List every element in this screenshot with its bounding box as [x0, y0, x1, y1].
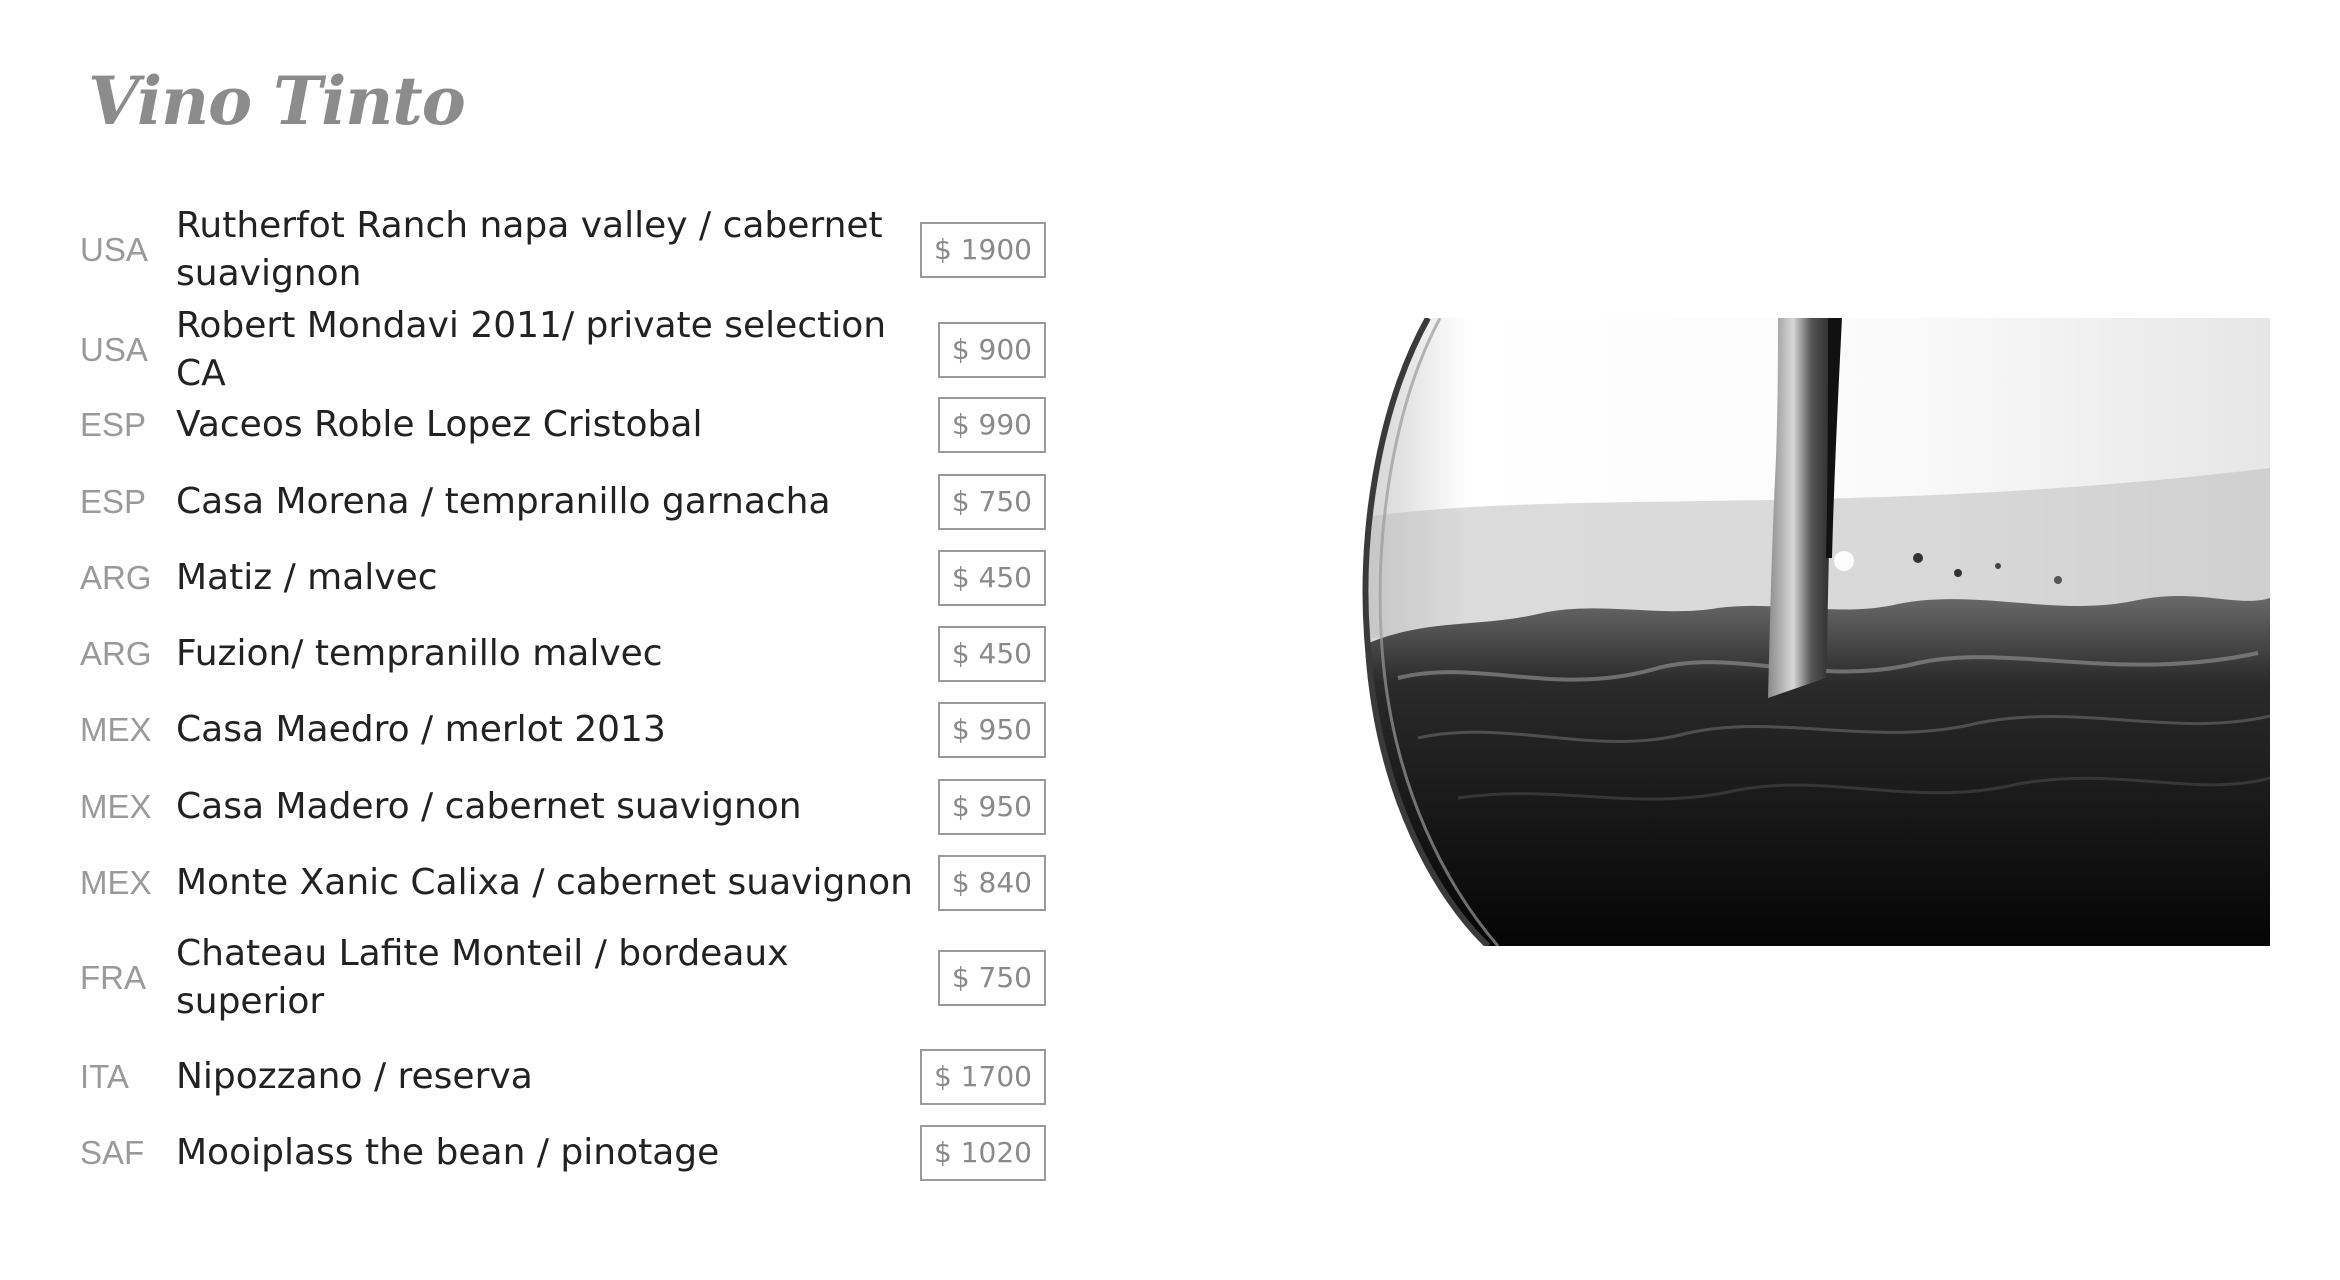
wine-row: MEX Monte Xanic Calixa / cabernet suavig…	[80, 855, 1046, 911]
wine-country: USA	[80, 231, 148, 268]
wine-country: ITA	[80, 1058, 129, 1095]
wine-country: MEX	[80, 864, 152, 901]
wine-country: USA	[80, 331, 148, 368]
wine-row: ARG Fuzion/ tempranillo malvec $ 450	[80, 626, 1046, 682]
wine-row: MEX Casa Maedro / merlot 2013 $ 950	[80, 702, 1046, 758]
wine-price: $ 1020	[920, 1125, 1046, 1181]
wine-name: Nipozzano / reserva	[176, 1056, 533, 1097]
wine-country: ARG	[80, 635, 152, 672]
menu-title: Vino Tinto	[88, 62, 466, 140]
wine-country: ARG	[80, 559, 152, 596]
wine-row: USA Rutherfot Ranch napa valley / cabern…	[80, 202, 1046, 298]
wine-row: FRA Chateau Lafite Monteil / bordeaux su…	[80, 930, 1046, 1026]
wine-country: ESP	[80, 483, 147, 520]
wine-name: Chateau Lafite Monteil / bordeaux superi…	[176, 933, 789, 1022]
wine-row: ESP Casa Morena / tempranillo garnacha $…	[80, 474, 1046, 530]
wine-price: $ 900	[937, 322, 1046, 378]
wine-name: Monte Xanic Calixa / cabernet suavignon	[176, 862, 913, 903]
wine-name: Rutherfot Ranch napa valley / cabernet s…	[176, 205, 883, 294]
wine-price: $ 840	[937, 855, 1046, 911]
wine-name: Fuzion/ tempranillo malvec	[176, 633, 663, 674]
wine-row: ARG Matiz / malvec $ 450	[80, 550, 1046, 606]
wine-pour-photo	[1358, 318, 2270, 946]
wine-price: $ 450	[937, 626, 1046, 682]
wine-price: $ 950	[937, 779, 1046, 835]
wine-country: MEX	[80, 711, 152, 748]
wine-price: $ 750	[937, 474, 1046, 530]
wine-row: ITA Nipozzano / reserva $ 1700	[80, 1049, 1046, 1105]
wine-price: $ 750	[937, 950, 1046, 1006]
wine-name: Vaceos Roble Lopez Cristobal	[176, 404, 703, 445]
wine-price: $ 990	[937, 397, 1046, 453]
wine-price: $ 450	[937, 550, 1046, 606]
wine-country: SAF	[80, 1134, 145, 1171]
wine-name: Mooiplass the bean / pinotage	[176, 1132, 720, 1173]
wine-name: Casa Madero / cabernet suavignon	[176, 786, 802, 827]
wine-row: SAF Mooiplass the bean / pinotage $ 1020	[80, 1125, 1046, 1181]
wine-name: Casa Maedro / merlot 2013	[176, 709, 666, 750]
wine-name: Casa Morena / tempranillo garnacha	[176, 481, 831, 522]
wine-country: FRA	[80, 959, 146, 996]
wine-country: ESP	[80, 406, 147, 443]
wine-country: MEX	[80, 788, 152, 825]
wine-price: $ 1700	[920, 1049, 1046, 1105]
wine-row: ESP Vaceos Roble Lopez Cristobal $ 990	[80, 397, 1046, 453]
wine-row: MEX Casa Madero / cabernet suavignon $ 9…	[80, 779, 1046, 835]
wine-name: Robert Mondavi 2011/ private selection C…	[176, 305, 887, 394]
wine-price: $ 1900	[920, 222, 1046, 278]
wine-row: USA Robert Mondavi 2011/ private selecti…	[80, 305, 1046, 394]
wine-name: Matiz / malvec	[176, 557, 438, 598]
wine-price: $ 950	[937, 702, 1046, 758]
